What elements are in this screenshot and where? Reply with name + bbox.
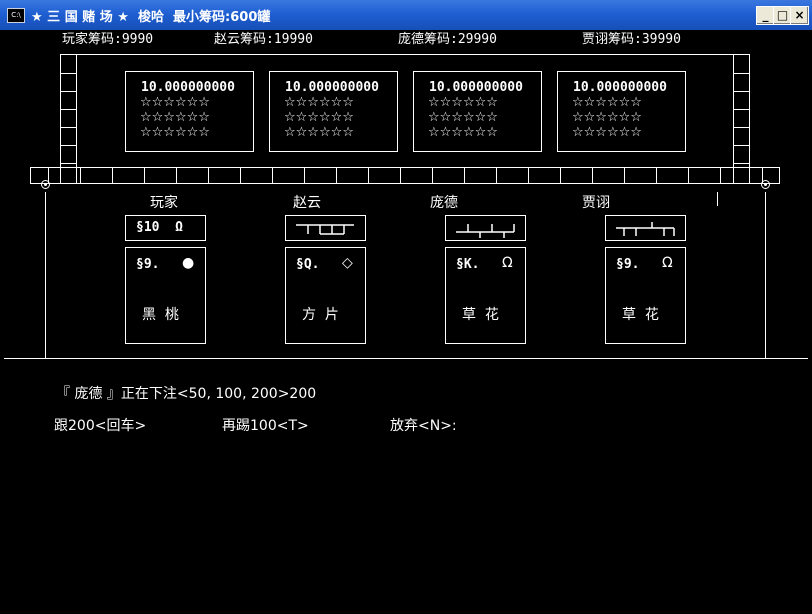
card-rank: §9. [616, 257, 640, 272]
rail-knob-left-icon [41, 180, 50, 189]
chip-count-jiaxu: 贾诩筹码:39990 [582, 32, 681, 47]
pot-stars-row: ☆☆☆☆☆☆ [428, 125, 498, 140]
diamond-icon: ◇ [342, 255, 353, 271]
close-button[interactable]: × [790, 6, 809, 25]
card-back-pattern-icon [296, 224, 354, 235]
console-app-icon[interactable]: C:\ [7, 8, 25, 23]
option-fold-prompt[interactable]: 放弃<N>: [390, 415, 457, 435]
card-suit-name: 黑 桃 [142, 307, 179, 323]
hole-card-player: §10 Ω [125, 215, 206, 241]
pot-stars-row: ☆☆☆☆☆☆ [572, 95, 642, 110]
card-back-pattern-icon [616, 222, 675, 236]
close-icon: × [794, 8, 805, 22]
hole-card-zhaoyun [285, 215, 366, 241]
rail-knob-right-icon [761, 180, 770, 189]
card-jiaxu: §9. Ω 草 花 [605, 247, 686, 344]
card-back-pattern-icon [456, 224, 515, 238]
console-window: C:\ ★ 三 国 赌 场 ★ 梭哈 最小筹码:600罐 _ □ × 玩家筹码:… [0, 0, 812, 614]
player-name: 贾诩 [582, 195, 610, 211]
pot-stars-row: ☆☆☆☆☆☆ [572, 110, 642, 125]
chip-count-player: 玩家筹码:9990 [62, 32, 154, 47]
pot-stars-row: ☆☆☆☆☆☆ [284, 95, 354, 110]
pot-stars-row: ☆☆☆☆☆☆ [140, 95, 210, 110]
pot-stars-row: ☆☆☆☆☆☆ [140, 110, 210, 125]
card-rank: §K. [456, 257, 480, 272]
pot-stars-row: ☆☆☆☆☆☆ [284, 110, 354, 125]
pot-value: 10.000000000 [141, 80, 235, 95]
pot-stars-row: ☆☆☆☆☆☆ [572, 125, 642, 140]
card-player: §9. ● 黑 桃 [125, 247, 206, 344]
pot-stars-row: ☆☆☆☆☆☆ [140, 125, 210, 140]
card-suit-name: 草 花 [622, 307, 659, 323]
pot-stars-row: ☆☆☆☆☆☆ [428, 95, 498, 110]
hole-card-jiaxu [605, 215, 686, 241]
omega-icon: Ω [502, 255, 513, 271]
pot-value: 10.000000000 [285, 80, 379, 95]
card-suit-name: 草 花 [462, 307, 499, 323]
player-name: 庞德 [430, 195, 458, 211]
chip-count-zhaoyun: 赵云筹码:19990 [214, 32, 313, 47]
pot-stars-row: ☆☆☆☆☆☆ [284, 125, 354, 140]
pot-box-pangde: 10.000000000 ☆☆☆☆☆☆ ☆☆☆☆☆☆ ☆☆☆☆☆☆ [413, 71, 542, 152]
player-name: 赵云 [293, 195, 321, 211]
maximize-icon: □ [776, 8, 789, 22]
hole-card-pangde [445, 215, 526, 241]
chip-count-pangde: 庞德筹码:29990 [398, 32, 497, 47]
card-zhaoyun: §Q. ◇ 方 片 [285, 247, 366, 344]
omega-icon: Ω [662, 255, 673, 271]
card-rank: §9. [136, 257, 160, 272]
black-circle-icon: ● [182, 255, 195, 271]
pot-value: 10.000000000 [573, 80, 667, 95]
player-name: 玩家 [150, 195, 178, 211]
window-title: ★ 三 国 赌 场 ★ 梭哈 最小筹码:600罐 [31, 10, 271, 25]
card-pangde: §K. Ω 草 花 [445, 247, 526, 344]
pot-box-jiaxu: 10.000000000 ☆☆☆☆☆☆ ☆☆☆☆☆☆ ☆☆☆☆☆☆ [557, 71, 686, 152]
card-rank: §Q. [296, 257, 320, 272]
option-follow[interactable]: 跟200<回车> [54, 415, 146, 435]
console-area: 玩家筹码:9990 赵云筹码:19990 庞德筹码:29990 贾诩筹码:399… [4, 30, 808, 610]
pot-box-zhaoyun: 10.000000000 ☆☆☆☆☆☆ ☆☆☆☆☆☆ ☆☆☆☆☆☆ [269, 71, 398, 152]
pot-box-player: 10.000000000 ☆☆☆☆☆☆ ☆☆☆☆☆☆ ☆☆☆☆☆☆ [125, 71, 254, 152]
option-raise[interactable]: 再踢100<T> [222, 415, 309, 435]
hole-card-label: §10 Ω [136, 220, 183, 235]
pot-value: 10.000000000 [429, 80, 523, 95]
minimize-icon: _ [762, 8, 769, 22]
card-suit-name: 方 片 [302, 307, 339, 323]
title-bar[interactable]: C:\ ★ 三 国 赌 场 ★ 梭哈 最小筹码:600罐 _ □ × [0, 0, 812, 30]
pot-stars-row: ☆☆☆☆☆☆ [428, 110, 498, 125]
betting-status-line: 『 庞德 』正在下注<50, 100, 200>200 [56, 386, 317, 402]
